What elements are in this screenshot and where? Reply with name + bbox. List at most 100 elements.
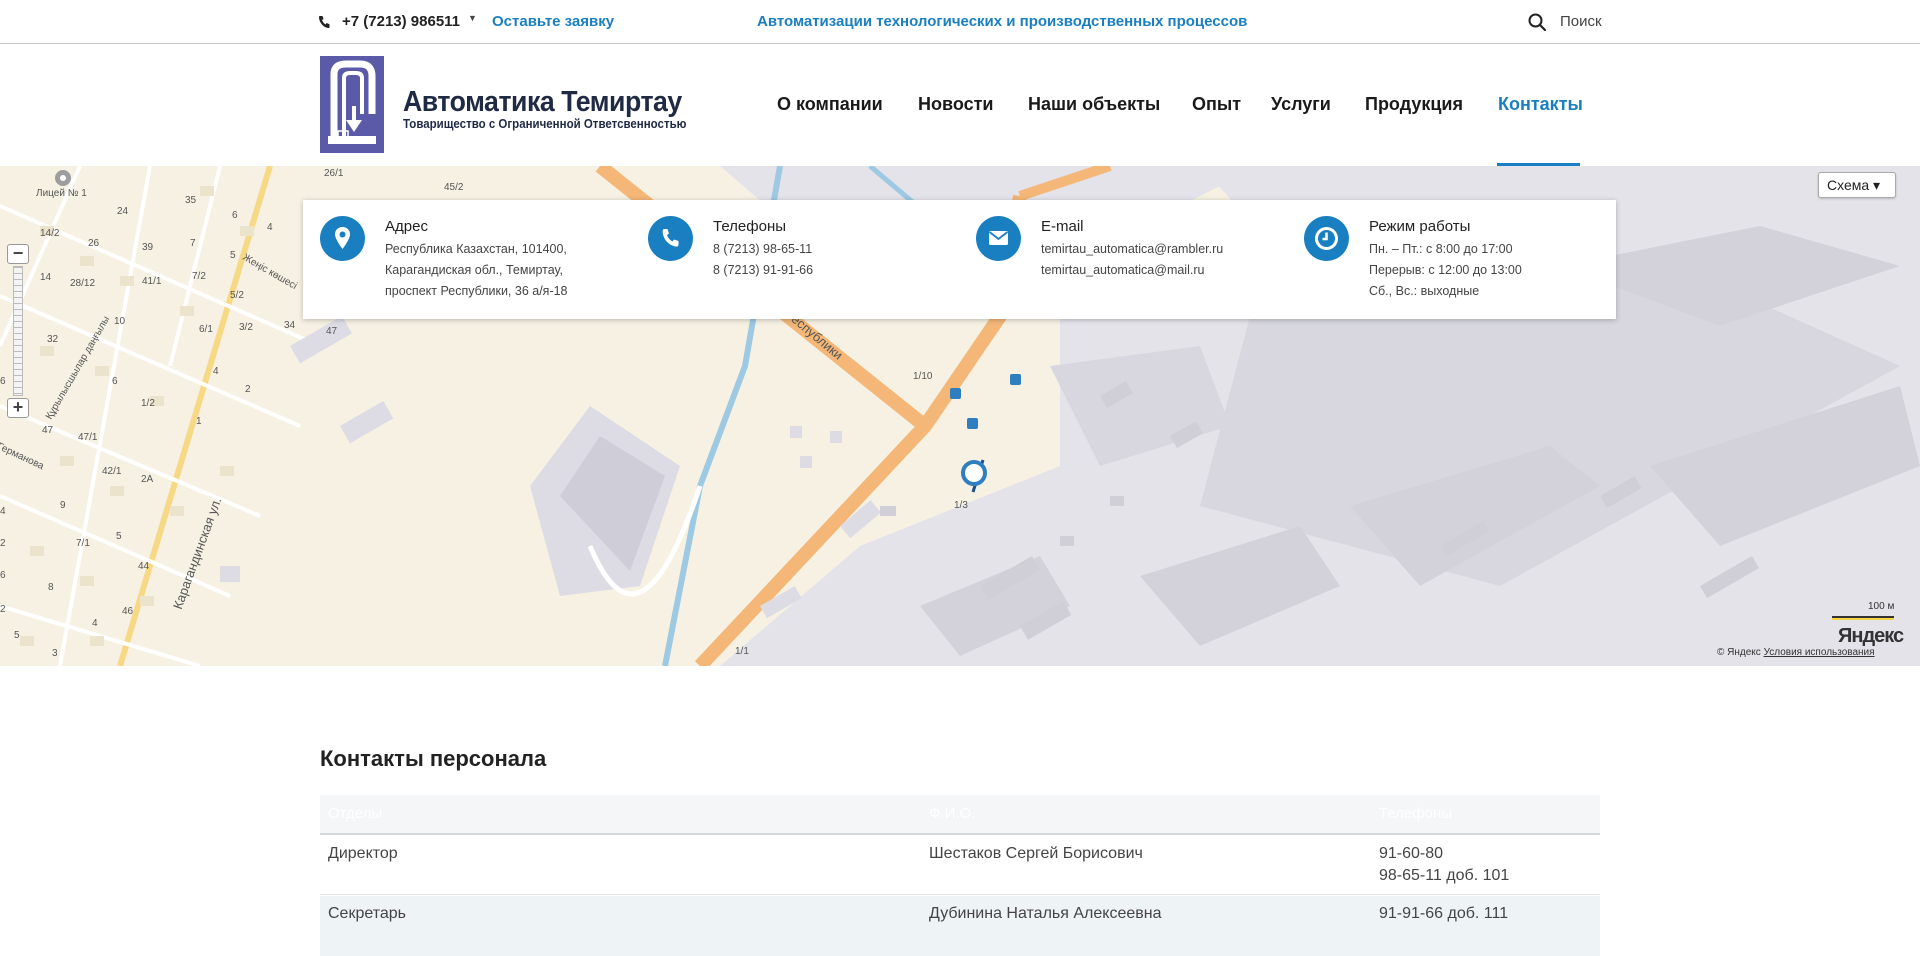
staff-phone: 91-91-66 доб. 111	[1379, 905, 1509, 922]
map-house-number: 7/2	[192, 271, 206, 282]
map-house-number: 32	[47, 334, 59, 345]
map-house-number: 1	[196, 416, 202, 427]
search-icon[interactable]	[1528, 13, 1546, 31]
nav-news[interactable]: Новости	[918, 94, 993, 115]
map-house-number: 1/1	[735, 646, 749, 657]
request-link[interactable]: Оставьте заявку	[492, 13, 614, 30]
envelope-icon	[976, 216, 1021, 261]
contact-address-line: Республика Казахстан, 101400,	[385, 242, 567, 256]
map-house-number: 28/12	[70, 278, 96, 289]
clock-icon	[1304, 216, 1349, 261]
map-house-number: 5	[230, 250, 236, 261]
map-house-number: 5	[14, 630, 20, 641]
contact-hours-line: Пн. – Пт.: с 8:00 до 17:00	[1369, 242, 1513, 256]
contact-phone-line[interactable]: 8 (7213) 91-91-66	[713, 263, 813, 277]
contact-email-link[interactable]: temirtau_automatica@mail.ru	[1041, 263, 1204, 277]
contact-address-line: Карагандиская обл., Темиртау,	[385, 263, 564, 277]
nav-experience[interactable]: Опыт	[1192, 94, 1241, 115]
map-house-number: 47	[42, 425, 54, 436]
yandex-logo[interactable]: Яндекс	[1838, 625, 1904, 648]
contact-phones-title: Телефоны	[713, 218, 787, 235]
phone-dropdown-caret-icon[interactable]: ▼	[468, 13, 477, 23]
contact-hours-line: Сб., Вс.: выходные	[1369, 284, 1480, 298]
map-house-number: 2	[0, 538, 6, 549]
zoom-in-icon[interactable]: +	[7, 398, 29, 418]
top-phone-number[interactable]: +7 (7213) 986511	[342, 13, 460, 30]
map-type-button[interactable]: Схема ▾	[1818, 172, 1896, 198]
map-house-number: 2	[245, 384, 251, 395]
company-legal-form: Товарищество с Ограниченной Ответсвеннос…	[403, 117, 687, 131]
map-house-number: 7	[190, 238, 196, 249]
map-house-number: 5/2	[230, 290, 244, 301]
nav-objects[interactable]: Наши объекты	[1028, 94, 1160, 115]
map-house-number: 6	[0, 570, 6, 581]
map-house-number: 5	[116, 531, 122, 542]
staff-table-header: Отделы Ф.И.О. Телефоны	[320, 795, 1600, 835]
map-house-number: 2A	[141, 474, 154, 485]
map-scale-label: 100 м	[1868, 601, 1895, 612]
table-row: Секретарь Дубинина Наталья Алексеевна 91…	[320, 896, 1600, 956]
contacts-panel: Адрес Республика Казахстан, 101400, Кара…	[303, 200, 1616, 319]
company-name[interactable]: Автоматика Темиртау	[403, 86, 682, 119]
map-house-number: 46	[122, 606, 134, 617]
map-house-number: 26	[88, 238, 100, 249]
staff-phone: 91-60-80	[1379, 845, 1444, 862]
map-poi-label[interactable]: Лицей № 1	[36, 188, 87, 199]
header-slogan: Автоматизации технологических и производ…	[757, 13, 1248, 30]
map-house-number: 14/2	[40, 228, 60, 239]
main-header: Автоматика Темиртау Товарищество с Огран…	[0, 44, 1920, 166]
map-house-number: 41/1	[142, 276, 162, 287]
company-logo-icon[interactable]	[320, 56, 384, 153]
map-house-number: 1/3	[954, 500, 968, 511]
map-house-number: 3	[52, 648, 58, 659]
search-label[interactable]: Поиск	[1560, 13, 1602, 30]
contact-hours-line: Перерыв: с 12:00 до 13:00	[1369, 263, 1522, 277]
map-house-number: 47	[326, 326, 338, 337]
map-house-number: 9	[60, 500, 66, 511]
contact-address-title: Адрес	[385, 218, 428, 235]
map-attribution: © Яндекс Условия использования	[1717, 647, 1875, 658]
map-house-number: 6	[0, 376, 6, 387]
map-house-number: 8	[48, 582, 54, 593]
staff-section-title: Контакты персонала	[320, 746, 547, 771]
map-house-number: 47/1	[78, 432, 98, 443]
nav-services[interactable]: Услуги	[1271, 94, 1331, 115]
top-bar: +7 (7213) 986511 ▼ Оставьте заявку Автом…	[0, 0, 1920, 44]
map-house-number: 35	[185, 195, 197, 206]
contact-address-line: проспект Республики, 36 а/я-18	[385, 284, 568, 298]
map-house-number: 4	[92, 618, 98, 629]
contact-email-link[interactable]: temirtau_automatica@rambler.ru	[1041, 242, 1223, 256]
contact-phone-line[interactable]: 8 (7213) 98-65-11	[713, 242, 812, 256]
location-pin-icon	[961, 459, 987, 493]
map-house-number: 39	[142, 242, 154, 253]
map-house-number: 24	[117, 206, 129, 217]
map-house-number: 2	[0, 604, 6, 615]
column-header-phones: Телефоны	[1379, 805, 1453, 822]
column-header-department: Отделы	[328, 805, 383, 822]
staff-department: Директор	[328, 845, 398, 862]
table-row: Директор Шестаков Сергей Борисович 91-60…	[320, 835, 1600, 895]
map-house-number: 3/2	[239, 322, 253, 333]
staff-phone: 98-65-11 доб. 101	[1379, 867, 1510, 884]
map-house-number: 4	[213, 366, 219, 377]
map-house-number: 26/1	[324, 168, 344, 179]
zoom-out-icon[interactable]: −	[7, 244, 29, 264]
map-house-number: 34	[284, 320, 296, 331]
map-house-number: 14	[40, 272, 52, 283]
location-icon	[320, 216, 365, 261]
staff-name: Шестаков Сергей Борисович	[929, 845, 1143, 862]
map-house-number: 1/2	[141, 398, 155, 409]
nav-contacts[interactable]: Контакты	[1498, 94, 1583, 115]
map-house-number: 10	[114, 316, 126, 327]
map-terms-link[interactable]: Условия использования	[1764, 647, 1875, 658]
map-zoom-control[interactable]: − +	[7, 244, 29, 419]
map-house-number: 42/1	[102, 466, 122, 477]
map-house-number: 44	[138, 561, 150, 572]
map-copyright: © Яндекс	[1717, 647, 1761, 658]
nav-about[interactable]: О компании	[777, 94, 883, 115]
staff-name: Дубинина Наталья Алексеевна	[929, 905, 1162, 922]
map-house-number: 4	[0, 506, 6, 517]
zoom-slider[interactable]	[13, 266, 23, 396]
nav-products[interactable]: Продукция	[1365, 94, 1463, 115]
contact-email-title: E-mail	[1041, 218, 1084, 235]
